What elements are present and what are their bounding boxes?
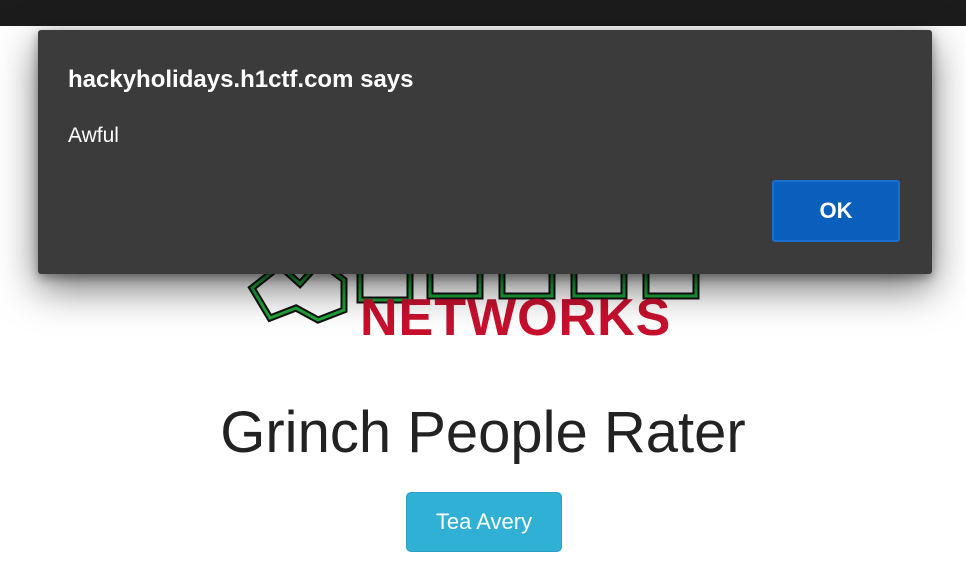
browser-top-bar bbox=[0, 0, 966, 26]
ok-button[interactable]: OK bbox=[772, 180, 900, 242]
page-title: Grinch People Rater bbox=[220, 400, 746, 465]
dialog-title: hackyholidays.h1ctf.com says bbox=[68, 66, 414, 93]
logo-wordmark: NETWORKS bbox=[360, 289, 672, 347]
alert-dialog: hackyholidays.h1ctf.com says Awful OK bbox=[38, 30, 932, 274]
dialog-message: Awful bbox=[68, 124, 119, 147]
person-button[interactable]: Tea Avery bbox=[406, 492, 562, 552]
